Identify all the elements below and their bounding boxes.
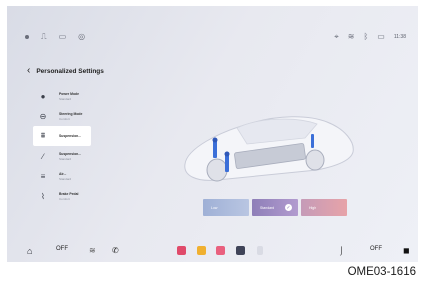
brake-icon: ⌇ bbox=[41, 191, 45, 201]
menu-item-label: Suspension... bbox=[59, 151, 82, 156]
usb-icon: ⎍ bbox=[41, 32, 47, 41]
phone-icon[interactable]: ✆ bbox=[112, 246, 119, 255]
left-climate-off[interactable]: OFF bbox=[56, 246, 68, 252]
menu-item-value: Comfort bbox=[59, 196, 70, 201]
menu-item-power-mode[interactable]: ● Power Mode Standard bbox=[37, 86, 127, 106]
menu-item-air[interactable]: ≡ Air... Standard bbox=[37, 166, 127, 186]
app-settings-icon[interactable] bbox=[236, 246, 245, 255]
level-standard-button[interactable]: Standard ✓ bbox=[252, 199, 298, 216]
wrench-icon: ∕ bbox=[42, 151, 44, 161]
bluetooth-icon: ᛒ bbox=[363, 32, 369, 41]
page-header: ‹ Personalized Settings bbox=[27, 66, 104, 76]
gps-icon: ⌖ bbox=[334, 32, 339, 41]
menu-item-value: Standard bbox=[59, 156, 72, 161]
check-icon: ✓ bbox=[285, 204, 292, 211]
home-icon[interactable]: ⌂ bbox=[27, 246, 32, 256]
suspension-icon: ⩩ bbox=[40, 131, 46, 140]
app-navigation-icon[interactable] bbox=[197, 246, 206, 255]
menu-item-label: Suspension... bbox=[59, 133, 82, 138]
level-low-button[interactable]: Low bbox=[203, 199, 249, 216]
globe-icon: ◎ bbox=[78, 32, 86, 41]
seat-icon[interactable]: ⌡ bbox=[339, 246, 344, 255]
infotainment-screen: ⎍ ▭ ◎ ⌖ ≋ ᛒ ▭ 11:38 ‹ Personalized Setti… bbox=[7, 6, 418, 262]
back-chevron-icon[interactable]: ‹ bbox=[27, 66, 30, 76]
menu-item-value: Standard bbox=[59, 176, 72, 181]
wifi-icon: ≋ bbox=[347, 32, 355, 41]
menu-item-label: Air... bbox=[59, 171, 67, 176]
power-mode-icon: ● bbox=[40, 91, 46, 101]
menu-item-label: Brake Pedal bbox=[59, 191, 79, 196]
level-high-button[interactable]: High bbox=[301, 199, 347, 216]
dot-icon bbox=[25, 35, 29, 39]
page-title: Personalized Settings bbox=[36, 67, 104, 75]
clock: 11:38 bbox=[393, 34, 406, 40]
steering-icon: ⊖ bbox=[39, 111, 47, 121]
suspension-level-selector: Low Standard ✓ High bbox=[203, 199, 347, 216]
menu-item-suspension[interactable]: ⩩ Suspension... bbox=[33, 126, 91, 146]
app-media-icon[interactable] bbox=[177, 246, 186, 255]
car-illustration bbox=[184, 116, 354, 182]
app-more-icon[interactable] bbox=[257, 246, 263, 255]
level-high-label: High bbox=[309, 205, 317, 210]
menu-item-value: Standard bbox=[59, 96, 72, 101]
menu-item-steering-mode[interactable]: ⊖ Steering Mode Comfort bbox=[37, 106, 127, 126]
settings-menu: ● Power Mode Standard ⊖ Steering Mode Co… bbox=[33, 86, 127, 206]
seat-heat-icon[interactable]: ≋ bbox=[89, 246, 96, 255]
bottom-dock: ⌂ OFF ≋ ✆ ⌡ OFF ◼ bbox=[7, 242, 418, 262]
power-icon[interactable]: ◼ bbox=[403, 246, 410, 255]
menu-item-value: Comfort bbox=[59, 116, 70, 121]
app-music-icon[interactable] bbox=[216, 246, 225, 255]
level-standard-label: Standard bbox=[260, 205, 275, 210]
menu-item-brake-pedal[interactable]: ⌇ Brake Pedal Comfort bbox=[37, 186, 127, 206]
battery-card-icon: ▭ bbox=[58, 32, 67, 41]
menu-item-suspension-2[interactable]: ∕ Suspension... Standard bbox=[37, 146, 127, 166]
status-bar-right: ⌖ ≋ ᛒ ▭ 11:38 bbox=[334, 33, 406, 41]
status-bar-left: ⎍ ▭ ◎ bbox=[25, 33, 85, 41]
battery-icon: ▭ bbox=[377, 32, 385, 41]
menu-item-label: Power Mode bbox=[59, 91, 79, 96]
right-climate-off[interactable]: OFF bbox=[370, 246, 382, 252]
level-low-label: Low bbox=[211, 205, 218, 210]
air-icon: ≡ bbox=[40, 171, 46, 181]
menu-item-label: Steering Mode bbox=[59, 111, 83, 116]
figure-caption: OME03-1616 bbox=[347, 266, 416, 278]
